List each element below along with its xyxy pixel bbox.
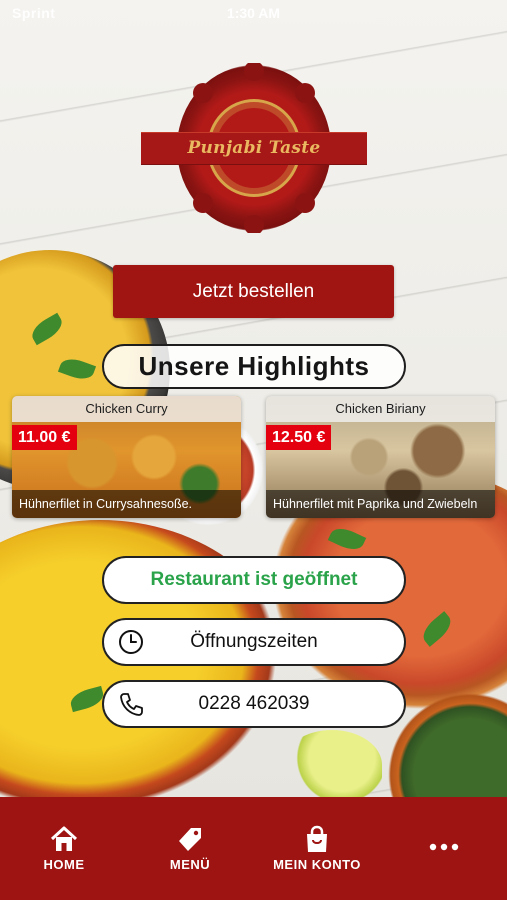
highlights-heading: Unsere Highlights [102, 344, 406, 389]
home-icon [50, 826, 78, 851]
nav-item-home[interactable]: HOME [34, 825, 94, 872]
order-now-button[interactable]: Jetzt bestellen [113, 265, 394, 318]
nav-item-account[interactable]: MEIN KONTO [266, 825, 368, 872]
phone-icon [120, 693, 143, 716]
brand-name: Punjabi Taste [187, 138, 321, 158]
bottom-navigation: HOME MENÜ MEIN KONTO [0, 797, 507, 900]
dish-price: 11.00 € [12, 425, 77, 450]
nav-item-menu[interactable]: MENÜ [160, 825, 220, 872]
dish-price: 12.50 € [266, 425, 332, 450]
dish-name: Chicken Biriany [266, 396, 495, 422]
lime-image [282, 730, 382, 800]
more-dots-icon [429, 843, 459, 851]
opening-hours-label: Öffnungszeiten [190, 631, 318, 652]
dish-description: Hühnerfilet in Currysahnesoße. [12, 490, 241, 518]
nav-item-label: MENÜ [169, 857, 211, 872]
clock: 1:30 AM [226, 5, 281, 21]
opening-hours-button[interactable]: Öffnungszeiten [102, 618, 406, 666]
nav-item-label: HOME [43, 857, 85, 872]
nav-item-more[interactable] [418, 839, 470, 854]
phone-number: 0228 462039 [198, 693, 310, 714]
tag-icon [179, 828, 201, 851]
restaurant-logo: Punjabi Taste [141, 63, 367, 233]
dish-card-chicken-biriany[interactable]: Chicken Biriany 12.50 € Hühnerfilet mit … [266, 396, 495, 518]
phone-button[interactable]: 0228 462039 [102, 680, 406, 728]
clock-icon [119, 630, 143, 654]
nav-item-label: MEIN KONTO [273, 857, 361, 872]
dish-description: Hühnerfilet mit Paprika und Zwiebeln [266, 490, 495, 518]
restaurant-status: Restaurant ist geöffnet [102, 556, 406, 604]
dish-card-chicken-curry[interactable]: Chicken Curry 11.00 € Hühnerfilet in Cur… [12, 396, 241, 518]
dish-name: Chicken Curry [12, 396, 241, 422]
shopping-bag-icon [307, 825, 327, 852]
status-bar: Sprint 1:30 AM [0, 0, 507, 28]
